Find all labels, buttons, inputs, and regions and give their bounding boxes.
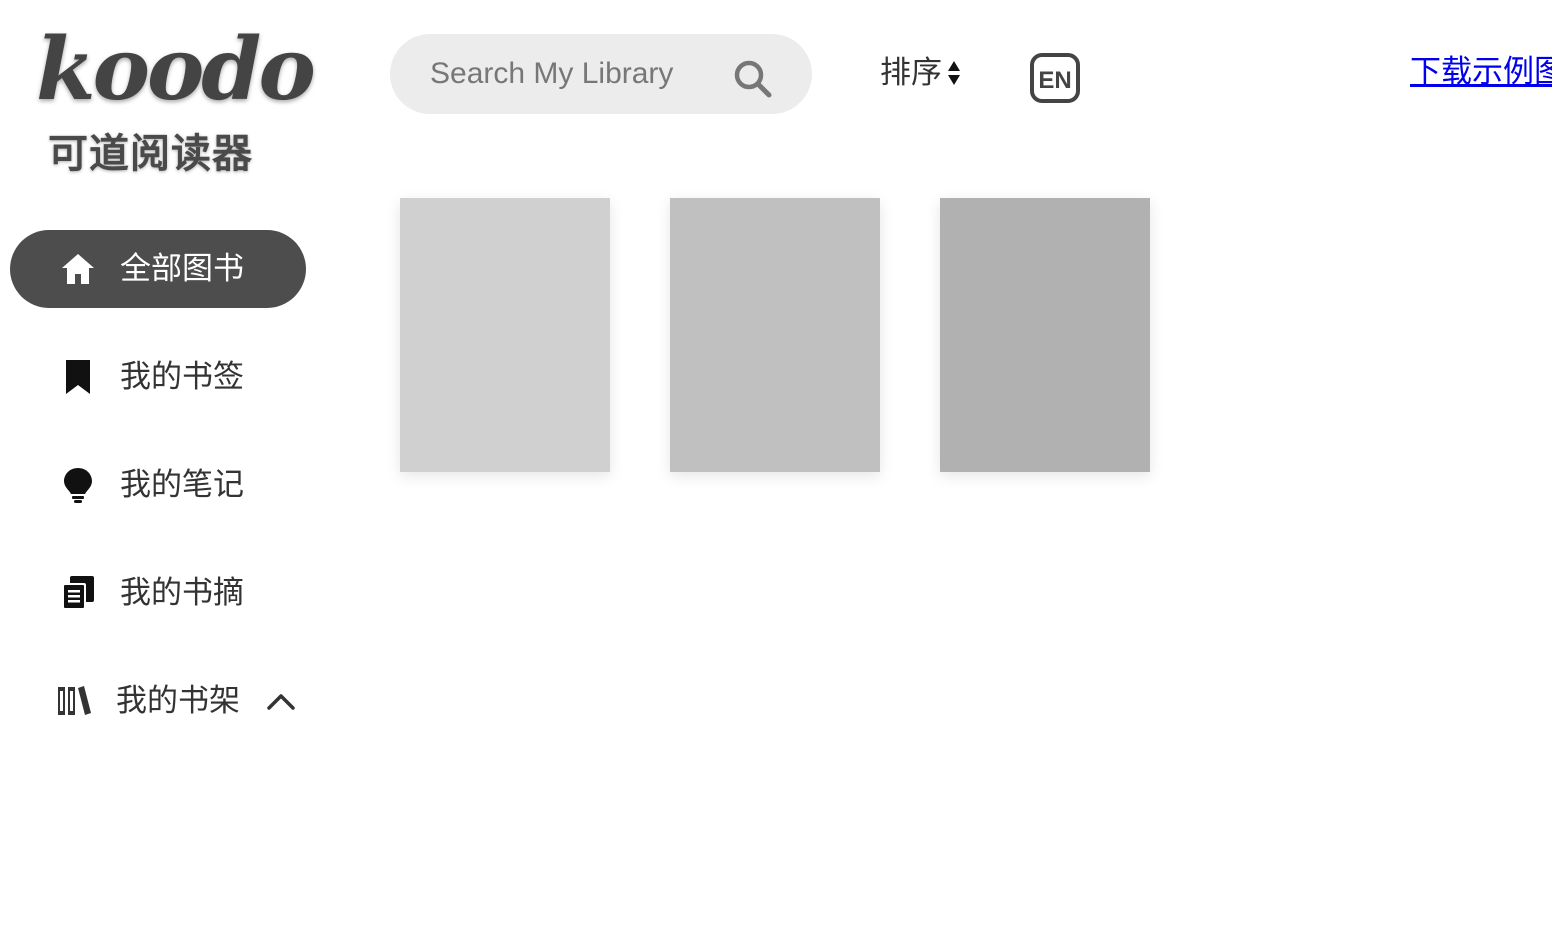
book-cover[interactable] [940,198,1150,472]
book-cover[interactable] [400,198,610,472]
sidebar-item-all-books[interactable]: 全部图书 [10,230,306,308]
bookshelf-icon [56,683,92,719]
search-icon[interactable] [732,58,772,98]
digest-icon [60,575,96,611]
sort-label: 排序 [880,55,942,91]
sidebar-item-bookmarks[interactable]: 我的书签 [10,338,306,416]
sidebar-item-label: 我的笔记 [120,467,244,503]
logo-wordmark: koodo [36,19,316,120]
bookmark-icon [60,359,96,395]
book-cover[interactable] [670,198,880,472]
home-icon [60,251,96,287]
language-toggle-button[interactable]: EN [1030,53,1080,103]
sort-arrows-icon [946,58,962,88]
logo-subtitle: 可道阅读器 [48,130,253,177]
sidebar-item-notes[interactable]: 我的笔记 [10,446,306,524]
sidebar: koodo 可道阅读器 全部图书 我的书签 我的笔记 我的书摘 我的书架 [0,0,340,942]
sidebar-item-label: 我的书签 [120,359,244,395]
language-label: EN [1038,67,1071,94]
koodo-reader-app: koodo 可道阅读器 全部图书 我的书签 我的笔记 我的书摘 我的书架 Sea… [0,0,1552,942]
app-logo: koodo 可道阅读器 [30,20,316,190]
sidebar-item-label: 我的书架 [116,683,240,719]
lightbulb-icon [60,467,96,503]
sidebar-item-label: 全部图书 [120,251,244,287]
download-sample-link[interactable]: 下载示例图 [1410,52,1552,92]
sidebar-item-bookshelf[interactable]: 我的书架 [10,662,306,740]
sort-button[interactable]: 排序 [880,50,962,96]
search-input[interactable] [430,52,720,96]
sidebar-item-digests[interactable]: 我的书摘 [10,554,306,632]
chevron-up-icon[interactable] [266,687,296,717]
sidebar-item-label: 我的书摘 [120,575,244,611]
